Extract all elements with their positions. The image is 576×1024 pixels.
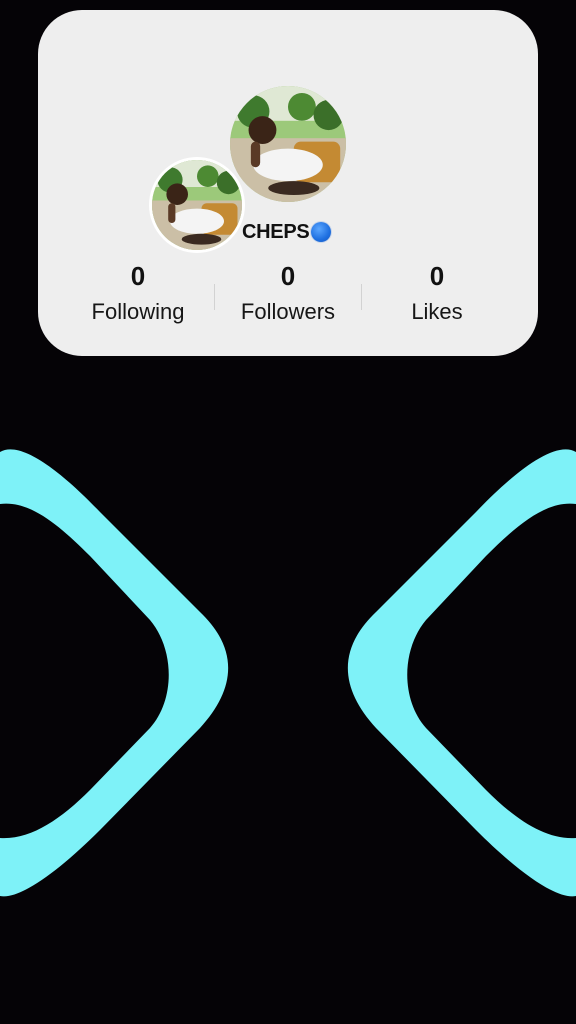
stat-followers[interactable]: 0 Followers	[213, 258, 363, 328]
followers-label: Followers	[240, 299, 336, 324]
right-cyan-shape	[347, 449, 576, 897]
likes-count: 0	[429, 261, 445, 291]
followers-count: 0	[280, 261, 296, 291]
stat-following[interactable]: 0 Following	[63, 258, 213, 328]
profile-photo-icon	[230, 86, 346, 202]
profile-card: CHEPS 0 Following 0 Followers 0 Likes	[38, 10, 538, 356]
following-label: Following	[91, 299, 185, 324]
verified-badge-icon	[311, 222, 332, 242]
username-row[interactable]: CHEPS	[242, 217, 332, 247]
profile-avatar-small[interactable]	[149, 157, 245, 253]
stats-row: 0 Following 0 Followers 0 Likes	[38, 258, 538, 338]
likes-label: Likes	[411, 299, 463, 324]
left-cyan-shape	[0, 449, 229, 897]
stat-divider	[214, 284, 215, 310]
stat-likes[interactable]: 0 Likes	[362, 258, 512, 328]
profile-avatar-large[interactable]	[230, 86, 346, 202]
following-count: 0	[130, 261, 146, 291]
username: CHEPS	[242, 220, 310, 243]
screen: CHEPS 0 Following 0 Followers 0 Likes	[0, 0, 576, 1024]
profile-photo-icon	[152, 160, 242, 250]
stat-divider	[361, 284, 362, 310]
